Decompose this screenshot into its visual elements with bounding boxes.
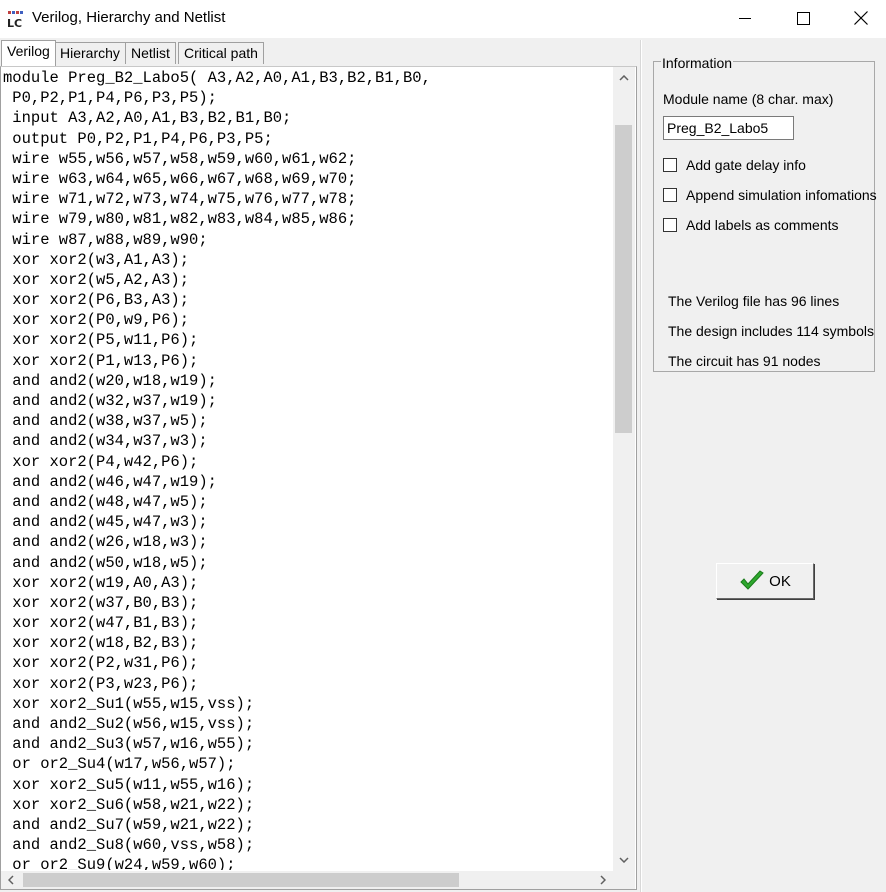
minimize-button[interactable] <box>716 0 774 36</box>
code-line: wire w63,w64,w65,w66,w67,w68,w69,w70; <box>3 169 357 188</box>
information-group: Information Module name (8 char. max) Ad… <box>653 55 877 372</box>
code-line: and and2(w45,w47,w3); <box>3 513 208 532</box>
code-line: wire w55,w56,w57,w58,w59,w60,w61,w62; <box>3 149 357 168</box>
code-line: xor xor2_Su1(w55,w15,vss); <box>3 694 255 713</box>
code-line: xor xor2(P6,B3,A3); <box>3 291 190 310</box>
code-line: P0,P2,P1,P4,P6,P3,P5); <box>3 89 217 108</box>
checkbox-append-simulation-informations[interactable]: Append simulation infomations <box>663 187 877 203</box>
code-line: and and2_Su2(w56,w15,vss); <box>3 715 255 733</box>
scroll-right-button[interactable] <box>593 871 613 889</box>
code-line: and and2_Su8(w60,vss,w58); <box>3 836 255 855</box>
verilog-code-text[interactable]: module Preg_B2_Labo5( A3,A2,A0,A1,B3,B2,… <box>3 68 611 870</box>
scroll-up-button[interactable] <box>613 67 635 89</box>
code-line: and and2(w48,w47,w5); <box>3 492 208 511</box>
horizontal-scrollbar[interactable] <box>1 871 613 889</box>
code-line: or or2_Su9(w24,w59,w60); <box>3 856 236 870</box>
checkbox-box[interactable] <box>663 158 677 172</box>
tab-netlist[interactable]: Netlist <box>125 42 176 64</box>
scrollbar-corner <box>613 871 635 889</box>
svg-text:LC: LC <box>7 17 22 29</box>
checkbox-label: Append simulation infomations <box>686 187 877 203</box>
chevron-left-icon <box>8 875 14 885</box>
code-line: xor xor2(w3,A1,A3); <box>3 250 190 269</box>
code-line: xor xor2_Su6(w58,w21,w22); <box>3 795 255 814</box>
vertical-scroll-thumb[interactable] <box>615 125 632 433</box>
code-line: input A3,A2,A0,A1,B3,B2,B1,B0; <box>3 109 292 128</box>
window-title: Verilog, Hierarchy and Netlist <box>32 9 226 26</box>
code-line: output P0,P2,P1,P4,P6,P3,P5; <box>3 129 273 148</box>
checkbox-add-gate-delay-info[interactable]: Add gate delay info <box>663 157 806 173</box>
code-line: and and2(w38,w37,w5); <box>3 412 208 431</box>
code-line: xor xor2(P0,w9,P6); <box>3 311 190 330</box>
checkbox-label: Add gate delay info <box>686 157 806 173</box>
chevron-up-icon <box>619 75 629 81</box>
tab-verilog[interactable]: Verilog <box>1 40 56 66</box>
code-line: wire w87,w88,w89,w90; <box>3 230 208 249</box>
code-line: and and2_Su3(w57,w16,w55); <box>3 735 255 754</box>
vertical-scrollbar[interactable] <box>613 67 635 871</box>
code-line: module Preg_B2_Labo5( A3,A2,A0,A1,B3,B2,… <box>3 69 431 87</box>
panel-divider <box>640 40 642 892</box>
tab-hierarchy[interactable]: Hierarchy <box>54 42 126 64</box>
code-line: xor xor2_Su5(w11,w55,w16); <box>3 775 255 794</box>
code-line: wire w79,w80,w81,w82,w83,w84,w85,w86; <box>3 210 357 229</box>
checkbox-label: Add labels as comments <box>686 217 839 233</box>
maximize-button[interactable] <box>774 0 832 36</box>
information-legend: Information <box>661 55 734 71</box>
code-line: wire w71,w72,w73,w74,w75,w76,w77,w78; <box>3 190 357 209</box>
stat-design-symbols: The design includes 114 symbols <box>668 323 874 339</box>
code-line: and and2(w26,w18,w3); <box>3 533 208 552</box>
scroll-left-button[interactable] <box>1 871 21 889</box>
code-line: xor xor2(w19,A0,A3); <box>3 573 199 592</box>
chevron-right-icon <box>600 875 606 885</box>
stat-circuit-nodes: The circuit has 91 nodes <box>668 353 821 369</box>
code-line: xor xor2(P3,w23,P6); <box>3 674 199 693</box>
code-line: xor xor2(w5,A2,A3); <box>3 270 190 289</box>
green-check-icon <box>740 570 764 590</box>
module-name-label: Module name (8 char. max) <box>663 91 834 107</box>
code-line: and and2(w32,w37,w19); <box>3 392 217 410</box>
chevron-down-icon <box>619 857 629 863</box>
tab-critical-path[interactable]: Critical path <box>178 42 264 64</box>
checkbox-add-labels-as-comments[interactable]: Add labels as comments <box>663 217 839 233</box>
ok-button-label: OK <box>769 572 791 590</box>
close-icon <box>854 11 868 25</box>
code-line: and and2(w50,w18,w5); <box>3 553 208 572</box>
close-button[interactable] <box>832 0 886 36</box>
code-line: and and2(w46,w47,w19); <box>3 472 217 491</box>
maximize-icon <box>796 11 810 25</box>
code-line: or or2_Su4(w17,w56,w57); <box>3 755 236 774</box>
code-line: and and2(w34,w37,w3); <box>3 432 208 451</box>
checkbox-box[interactable] <box>663 188 677 202</box>
verilog-app-icon: LC <box>6 9 26 30</box>
scroll-down-button[interactable] <box>613 849 635 871</box>
code-line: xor xor2(w37,B0,B3); <box>3 593 199 612</box>
title-bar: LC Verilog, Hierarchy and Netlist <box>0 0 886 38</box>
ok-button[interactable]: OK <box>716 563 814 599</box>
code-line: xor xor2(P1,w13,P6); <box>3 351 199 370</box>
code-line: xor xor2(P4,w42,P6); <box>3 452 199 471</box>
module-name-input[interactable] <box>663 116 794 140</box>
code-line: and and2(w20,w18,w19); <box>3 371 217 390</box>
code-line: and and2_Su7(w59,w21,w22); <box>3 815 255 834</box>
verilog-editor[interactable]: module Preg_B2_Labo5( A3,A2,A0,A1,B3,B2,… <box>0 66 637 890</box>
minimize-icon <box>739 18 751 19</box>
tab-strip: Verilog Hierarchy Netlist Critical path <box>0 40 640 66</box>
code-line: xor xor2(w18,B2,B3); <box>3 634 199 653</box>
code-line: xor xor2(P5,w11,P6); <box>3 331 199 350</box>
code-line: xor xor2(w47,B1,B3); <box>3 614 199 633</box>
stat-verilog-lines: The Verilog file has 96 lines <box>668 293 840 309</box>
horizontal-scroll-thumb[interactable] <box>23 873 459 887</box>
code-line: xor xor2(P2,w31,P6); <box>3 654 199 673</box>
checkbox-box[interactable] <box>663 218 677 232</box>
